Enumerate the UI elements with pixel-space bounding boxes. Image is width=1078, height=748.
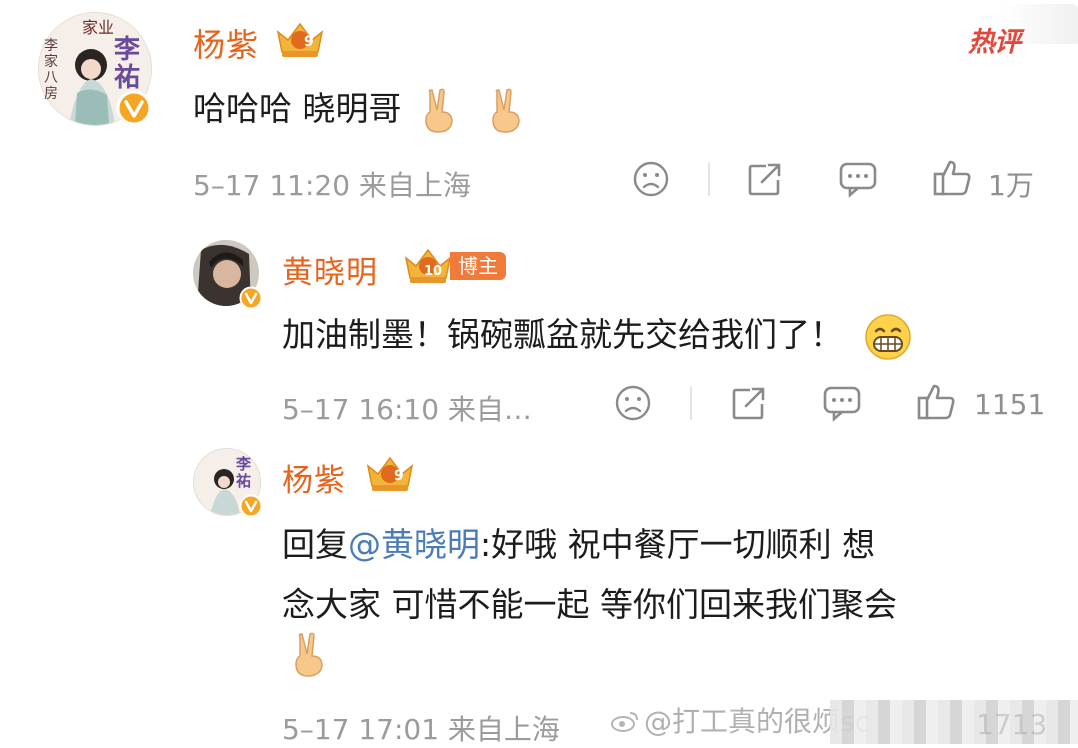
verified-badge-icon (239, 286, 263, 314)
vip-crown-icon: 10 (402, 244, 454, 290)
mention-link[interactable]: @黄晓明 (348, 525, 480, 564)
comment-meta: 5–17 16:10 来自… (282, 393, 532, 426)
share-icon[interactable] (730, 384, 768, 422)
avatar-text-title: 家业 (82, 18, 115, 37)
verified-badge-icon (239, 494, 263, 522)
comment-text: 哈哈哈 晓明哥 (193, 82, 525, 134)
comment-text: 加油制墨！锅碗瓢盆就先交给我们了！ (282, 308, 912, 361)
comment-username[interactable]: 黄晓明 (282, 247, 378, 292)
like-thumb-icon[interactable] (916, 382, 956, 422)
vip-crown-icon: 9 (274, 18, 326, 64)
vip-level: 9 (304, 34, 314, 50)
vip-level: 9 (394, 468, 404, 484)
comment-text-line: 念大家 可惜不能一起 等你们回来我们聚会 (282, 585, 897, 624)
like-count: 1151 (974, 388, 1046, 421)
dislike-face-icon[interactable] (632, 160, 670, 198)
like-count: 1万 (988, 169, 1034, 202)
comment-icon[interactable] (838, 160, 878, 198)
comment-meta: 5–17 11:20 来自上海 (193, 169, 471, 202)
avatar-text-name: 李祐 (114, 35, 141, 93)
grinning-face-emoji-icon (864, 313, 912, 361)
victory-hand-emoji-icon (487, 88, 525, 134)
comment-text-body: 哈哈哈 晓明哥 (193, 89, 402, 128)
comment-text-body: :好哦 祝中餐厅一切顺利 想 (480, 525, 876, 564)
reply-prefix: 回复 (282, 525, 348, 564)
share-icon[interactable] (746, 160, 784, 198)
like-thumb-icon[interactable] (932, 158, 972, 198)
comment-text-body: 加油制墨！锅碗瓢盆就先交给我们了！ (282, 315, 843, 354)
comment-username[interactable]: 杨紫 (282, 455, 346, 500)
dislike-face-icon[interactable] (614, 384, 652, 422)
divider (708, 162, 710, 196)
vip-crown-icon: 9 (364, 452, 416, 498)
victory-hand-emoji-icon (290, 632, 328, 682)
victory-hand-emoji-icon (420, 88, 458, 134)
weibo-logo-icon (610, 707, 640, 740)
hot-comment-tag: 热评 (968, 27, 1021, 58)
vip-level: 10 (424, 264, 443, 279)
avatar-text-name: 李祐 (236, 455, 252, 490)
comment-meta: 5–17 17:01 来自上海 (282, 713, 560, 746)
comment-icon[interactable] (822, 384, 862, 422)
comment-username[interactable]: 杨紫 (193, 20, 259, 66)
avatar-text-sub: 李家八房 (44, 38, 58, 102)
verified-badge-icon (116, 90, 152, 130)
blogger-badge: 博主 (450, 252, 506, 280)
divider (690, 386, 692, 420)
comment-text-line: 回复@黄晓明:好哦 祝中餐厅一切顺利 想 (282, 518, 875, 566)
like-count: 1713 (976, 708, 1048, 741)
